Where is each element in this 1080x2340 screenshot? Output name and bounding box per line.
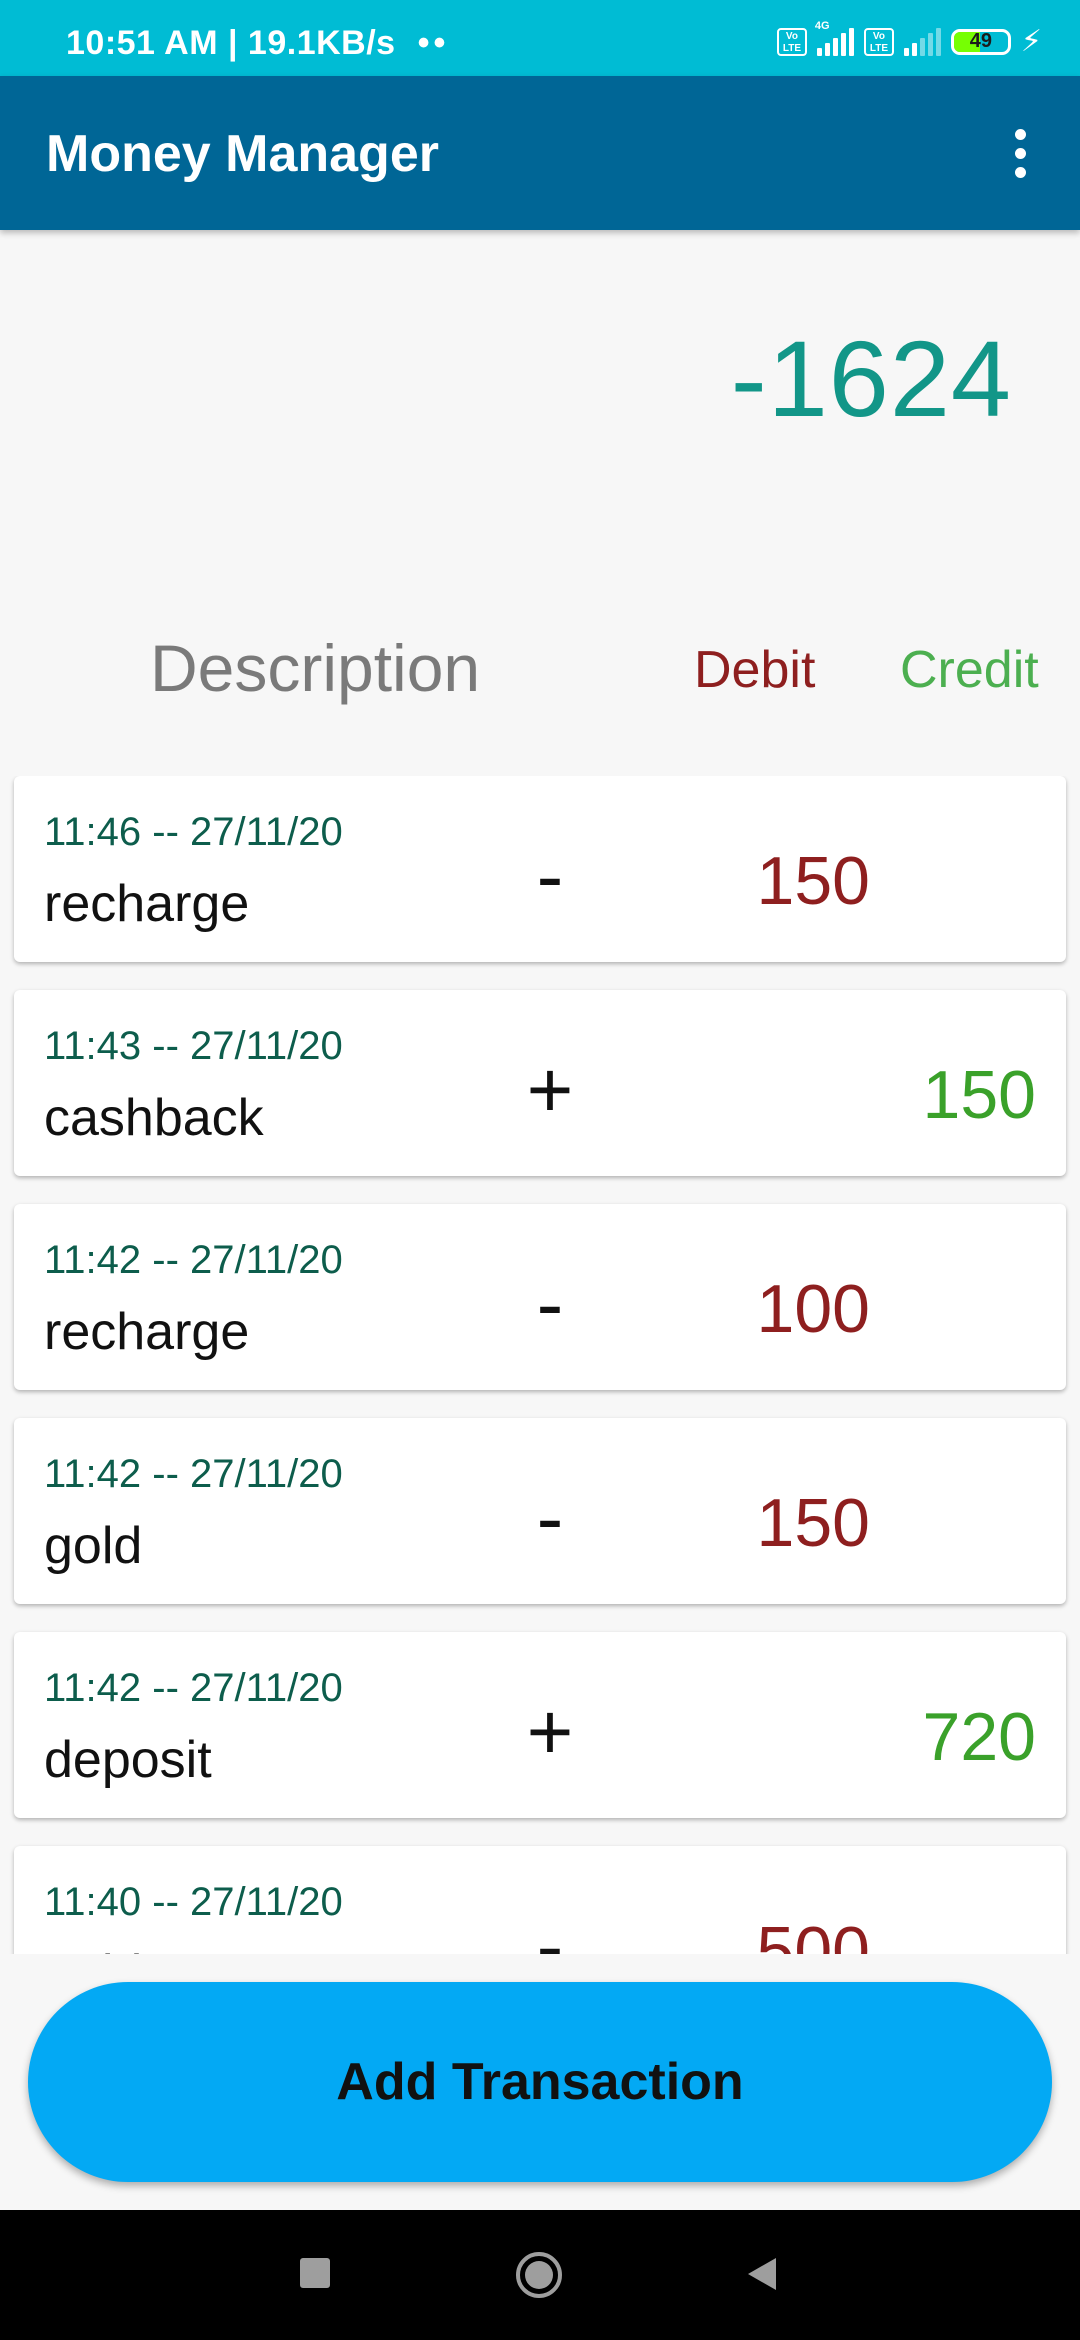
transaction-card[interactable]: 11:40 -- 27/11/20 gold - 500 — [14, 1846, 1066, 1954]
status-time-speed: 10:51 AM | 19.1KB/s — [66, 24, 396, 62]
transaction-description: recharge — [44, 1303, 250, 1361]
transaction-card[interactable]: 11:43 -- 27/11/20 cashback + 150 — [14, 990, 1066, 1176]
transaction-time: 11:42 -- 27/11/20 — [44, 1452, 343, 1496]
add-transaction-label: Add Transaction — [336, 2053, 744, 2111]
transaction-sign: + — [526, 1045, 574, 1134]
transaction-time: 11:40 -- 27/11/20 — [44, 1880, 343, 1924]
app-bar: Money Manager — [0, 76, 1080, 230]
transaction-card[interactable]: 11:42 -- 27/11/20 gold - 150 — [14, 1418, 1066, 1604]
transaction-debit: 100 — [756, 1271, 870, 1347]
status-icons: Vo LTE 4G Vo LTE 49 ⚡ — [776, 20, 1042, 62]
transaction-sign: - — [536, 1473, 564, 1562]
app-title: Money Manager — [46, 125, 439, 183]
triangle-back-icon[interactable] — [742, 2254, 782, 2294]
system-nav-bar — [0, 2210, 1080, 2340]
transaction-time: 11:46 -- 27/11/20 — [44, 810, 343, 854]
transaction-debit: 150 — [756, 1485, 870, 1561]
transaction-list[interactable]: 11:46 -- 27/11/20 recharge - 150 11:43 -… — [0, 776, 1080, 1954]
transaction-description: gold — [44, 1517, 143, 1575]
status-bar: 10:51 AM | 19.1KB/s •• Vo LTE 4G Vo LTE 4… — [0, 0, 1080, 76]
header-debit: Debit — [694, 641, 816, 699]
volte-icon-2: Vo LTE — [863, 28, 894, 56]
add-transaction-button[interactable]: Add Transaction — [28, 1982, 1052, 2182]
transaction-sign: - — [536, 1259, 564, 1348]
charging-icon: ⚡ — [1020, 25, 1042, 58]
signal-icon — [903, 28, 941, 56]
transaction-sign: - — [536, 1901, 564, 1954]
transaction-card[interactable]: 11:46 -- 27/11/20 recharge - 150 — [14, 776, 1066, 962]
battery-icon: 49 — [950, 29, 1011, 55]
transaction-time: 11:42 -- 27/11/20 — [44, 1666, 343, 1710]
transaction-sign: - — [536, 831, 564, 920]
transaction-description: gold — [44, 1944, 142, 1954]
transaction-credit: 720 — [922, 1699, 1036, 1775]
header-credit: Credit — [900, 641, 1039, 699]
battery-level: 49 — [969, 30, 993, 52]
square-icon[interactable] — [300, 2258, 330, 2288]
balance-total: -1624 — [730, 318, 1012, 439]
header-description: Description — [150, 631, 481, 705]
circle-icon[interactable] — [514, 2250, 564, 2300]
network-type-label: 4G — [814, 20, 830, 32]
transaction-credit: 150 — [922, 1057, 1036, 1133]
transaction-description: recharge — [44, 875, 250, 933]
transaction-card[interactable]: 11:42 -- 27/11/20 recharge - 100 — [14, 1204, 1066, 1390]
transaction-debit: 150 — [756, 843, 870, 919]
transaction-sign: + — [526, 1687, 574, 1776]
status-dots: •• — [417, 24, 450, 62]
transaction-card[interactable]: 11:42 -- 27/11/20 deposit + 720 — [14, 1632, 1066, 1818]
volte-icon: Vo LTE — [776, 28, 807, 56]
transaction-description: deposit — [44, 1731, 212, 1789]
more-vert-icon[interactable] — [990, 120, 1050, 186]
transaction-description: cashback — [44, 1089, 264, 1147]
transaction-time: 11:43 -- 27/11/20 — [44, 1024, 343, 1068]
signal-4g-icon: 4G — [815, 20, 854, 56]
transaction-debit: 500 — [756, 1913, 870, 1954]
status-time: 10:51 AM | 19.1KB/s •• — [66, 24, 449, 63]
transaction-time: 11:42 -- 27/11/20 — [44, 1238, 343, 1282]
